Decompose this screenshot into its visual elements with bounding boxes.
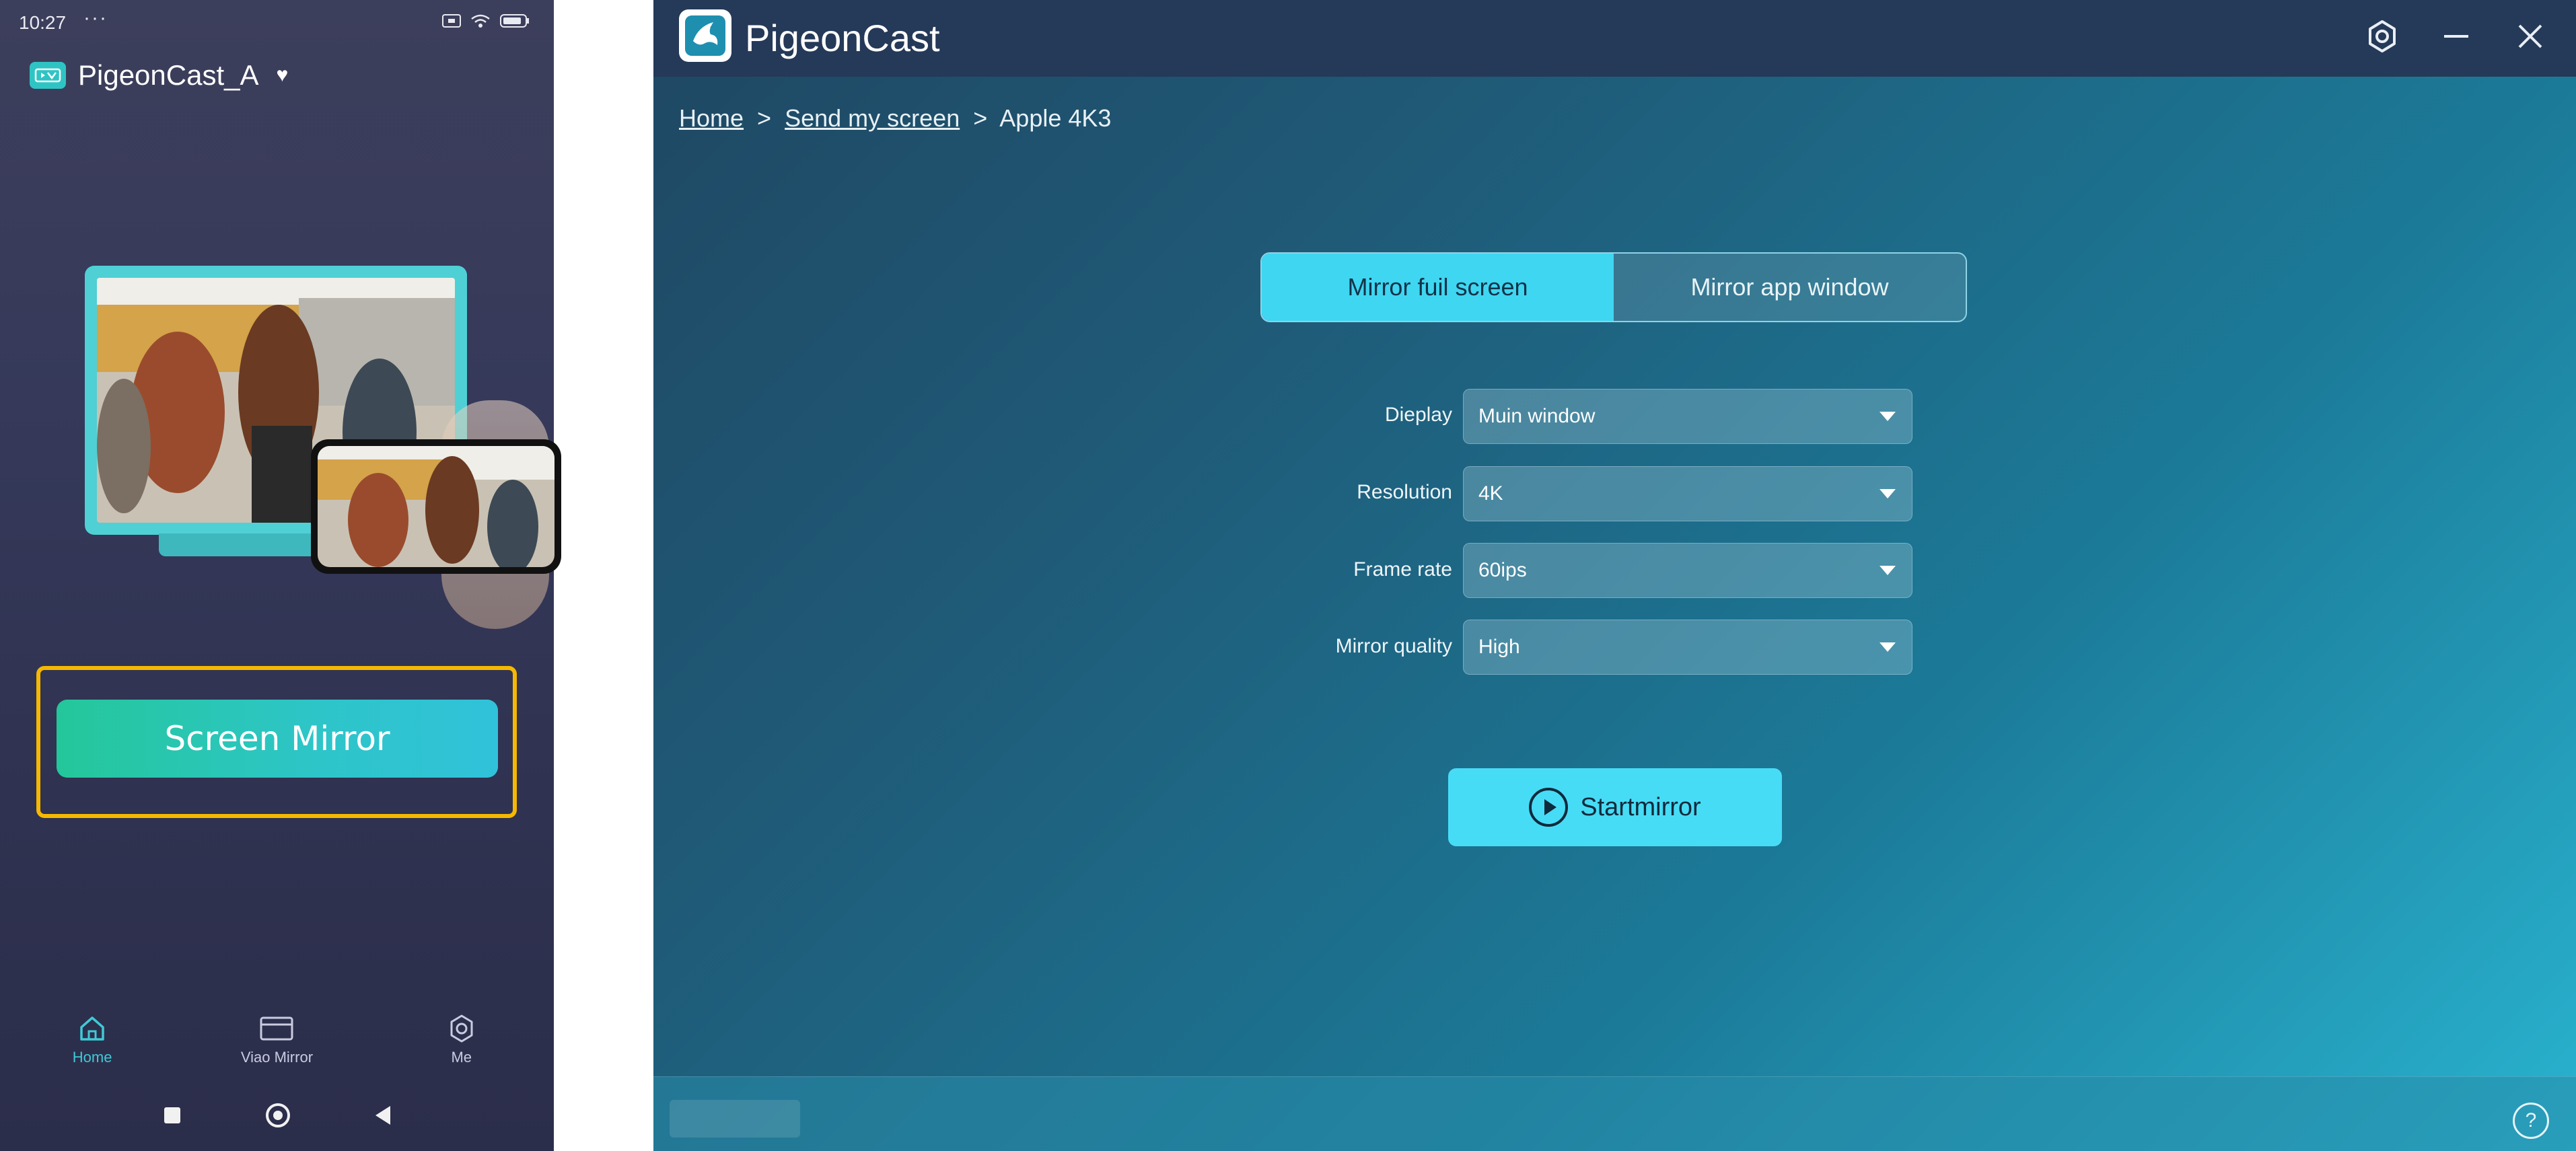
mirror-mode-toggle: Mirror fuil screen Mirror app window	[1260, 252, 1967, 322]
nav-video-mirror[interactable]: Viao Mirror	[184, 1012, 369, 1066]
tv-icon	[30, 62, 66, 89]
play-icon	[1529, 788, 1569, 827]
mirror-quality-value: High	[1478, 636, 1520, 658]
mirror-quality-select[interactable]: High	[1463, 620, 1912, 675]
settings-icon	[2369, 20, 2396, 52]
title-bar: PigeonCast	[653, 0, 2576, 77]
footer-status-chip	[670, 1100, 800, 1138]
heart-icon[interactable]: ♥	[277, 64, 289, 87]
status-footer: ?	[653, 1076, 2576, 1151]
video-mirror-icon	[260, 1016, 293, 1041]
minimize-icon	[2444, 35, 2468, 38]
nav-video-mirror-label: Viao Mirror	[240, 1049, 314, 1066]
breadcrumb-separator: >	[973, 104, 988, 132]
phone-screen: 10:27 ··· PigeonCast_A ♥ Screen Mirror H…	[0, 0, 561, 1151]
chevron-down-icon	[1880, 642, 1896, 652]
breadcrumb-send-my-screen[interactable]: Send my screen	[785, 104, 960, 132]
breadcrumb-separator: >	[757, 104, 772, 132]
settings-button[interactable]	[2361, 15, 2404, 58]
android-nav-bar	[0, 1103, 554, 1127]
home-icon	[80, 1016, 104, 1041]
help-icon[interactable]: ?	[2513, 1103, 2549, 1139]
status-more-dots: ···	[83, 7, 108, 29]
frame-rate-label: Frame rate	[1353, 558, 1452, 581]
breadcrumb-home[interactable]: Home	[679, 104, 744, 132]
start-mirror-label: Startmirror	[1580, 792, 1701, 821]
gear-icon	[450, 1014, 473, 1043]
mirror-illustration	[85, 266, 561, 629]
frame-rate-value: 60ips	[1478, 559, 1527, 581]
resolution-value: 4K	[1478, 482, 1503, 505]
chevron-down-icon	[1880, 566, 1896, 575]
start-mirror-button[interactable]: Startmirror	[1448, 768, 1782, 846]
pigeoncast-window: PigeonCast Home > Send my screen > Apple…	[653, 0, 2576, 1151]
back-button[interactable]	[375, 1106, 390, 1125]
bottom-nav: Home Viao Mirror Me	[0, 1012, 554, 1066]
close-icon	[2518, 24, 2542, 48]
frame-rate-select[interactable]: 60ips	[1463, 543, 1912, 598]
minimize-button[interactable]	[2435, 15, 2478, 58]
chevron-down-icon	[1880, 412, 1896, 421]
tab-mirror-full-screen[interactable]: Mirror fuil screen	[1262, 254, 1614, 321]
resolution-select[interactable]: 4K	[1463, 466, 1912, 521]
display-label: Dieplay	[1384, 404, 1452, 426]
display-select[interactable]: Muin window	[1463, 389, 1912, 444]
chevron-down-icon	[1880, 489, 1896, 498]
resolution-label: Resolution	[1357, 481, 1452, 503]
mirror-quality-label: Mirror quality	[1335, 635, 1452, 657]
display-value: Muin window	[1478, 405, 1596, 427]
status-icons	[442, 13, 530, 28]
nav-me-label: Me	[451, 1049, 472, 1066]
breadcrumb-current: Apple 4K3	[999, 104, 1112, 132]
device-header[interactable]: PigeonCast_A ♥	[30, 59, 288, 91]
crowd-photo-small	[318, 446, 554, 567]
status-time: 10:27	[19, 12, 67, 33]
close-button[interactable]	[2509, 15, 2552, 58]
home-button[interactable]	[265, 1103, 290, 1127]
phone-graphic	[311, 439, 561, 574]
pigeon-logo-icon	[679, 9, 731, 62]
recents-button[interactable]	[164, 1107, 180, 1123]
nav-home-label: Home	[72, 1049, 112, 1066]
device-name: PigeonCast_A	[78, 59, 259, 91]
cast-status-icon	[442, 14, 461, 28]
nav-home[interactable]: Home	[0, 1012, 184, 1066]
battery-icon	[500, 14, 529, 28]
app-title: PigeonCast	[745, 17, 940, 59]
wifi-icon	[471, 14, 490, 28]
screen-mirror-button[interactable]: Screen Mirror	[57, 700, 498, 778]
breadcrumb: Home > Send my screen > Apple 4K3	[679, 104, 1111, 133]
nav-me[interactable]: Me	[369, 1012, 554, 1066]
window-controls	[2361, 15, 2552, 58]
tab-mirror-app-window[interactable]: Mirror app window	[1614, 254, 1966, 321]
